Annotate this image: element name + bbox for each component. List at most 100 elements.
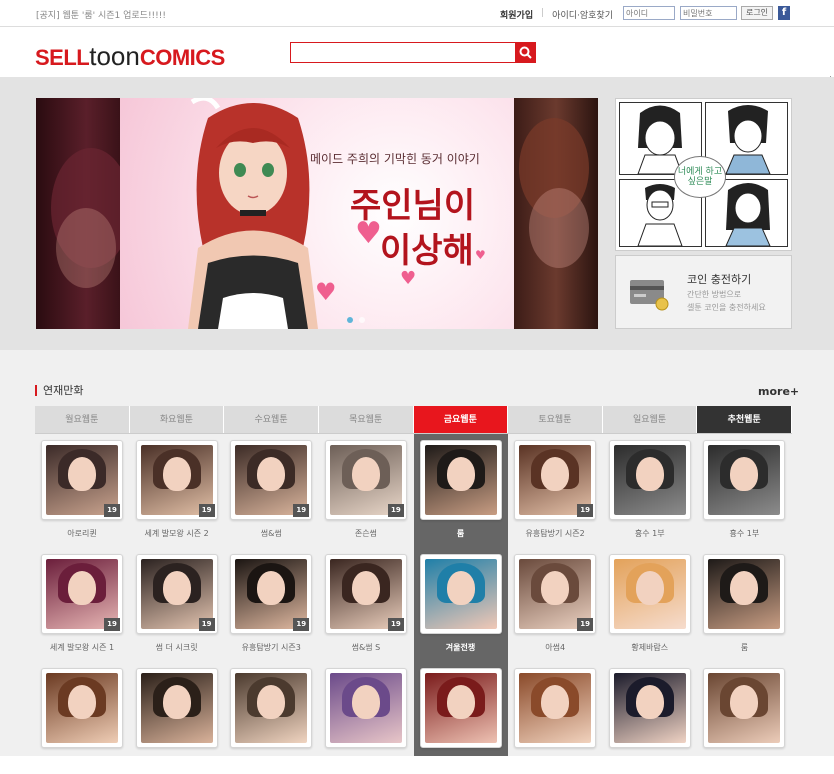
comic-thumbnail[interactable]: 19 [135, 554, 218, 634]
comic-card[interactable]: 겨울전쟁 [414, 548, 508, 660]
comic-thumbnail[interactable]: 19 [324, 554, 407, 634]
comic-title[interactable]: 유흥탐방기 시즌2 [508, 528, 602, 539]
facebook-icon[interactable]: f [778, 6, 790, 20]
side-comic-banner[interactable]: 너에게 하고싶은말 [615, 98, 792, 251]
comic-card[interactable] [603, 662, 697, 774]
comic-card[interactable]: 19 썸 더 시크릿 [130, 548, 224, 660]
comic-thumbnail[interactable] [41, 668, 123, 748]
comic-thumbnail[interactable]: 19 [230, 440, 313, 520]
tab-weekday[interactable]: 일요웹툰 [602, 406, 698, 433]
comic-thumbnail[interactable] [608, 440, 691, 520]
more-link[interactable]: more+ [758, 385, 799, 398]
banner-slide[interactable]: 메이드 주희의 기막힌 동거 이야기 주인님이 이상해 ♥ ♥ ♥ ♥ [120, 98, 514, 329]
comic-title[interactable]: 썸 더 시크릿 [130, 642, 224, 653]
comic-card[interactable]: 19 썸&썸 [224, 434, 318, 546]
comic-thumbnail[interactable] [230, 668, 313, 748]
find-account-link[interactable]: 아이디·암호찾기 [552, 8, 613, 21]
comic-card[interactable]: 19 아로리퀸 [35, 434, 129, 546]
comic-cover-art [613, 445, 686, 515]
notice-link[interactable]: [공지] 웹툰 '룸' 시즌1 업로드!!!!! [36, 8, 166, 21]
comic-thumbnail[interactable] [703, 668, 786, 748]
comic-thumbnail[interactable] [703, 554, 786, 634]
comic-thumbnail[interactable] [135, 668, 218, 748]
comic-card[interactable] [35, 662, 129, 774]
comic-thumbnail[interactable] [514, 668, 597, 748]
comic-card[interactable] [224, 662, 318, 774]
signup-link[interactable]: 회원가입 [500, 8, 533, 21]
comic-thumbnail[interactable] [419, 440, 502, 520]
comic-thumbnail[interactable] [419, 554, 502, 634]
comic-thumbnail[interactable] [324, 668, 407, 748]
comic-thumbnail[interactable]: 19 [324, 440, 407, 520]
comic-thumbnail[interactable] [703, 440, 786, 520]
comic-card[interactable]: 룸 [697, 548, 791, 660]
banner-next-preview[interactable] [514, 98, 598, 329]
comic-thumbnail[interactable]: 19 [514, 554, 597, 634]
cover-figure-face [351, 685, 380, 719]
comic-title[interactable]: 흉수 1부 [697, 528, 791, 539]
adult-badge: 19 [387, 504, 404, 517]
comic-title[interactable]: 유흥탐방기 시즌3 [224, 642, 318, 653]
comic-thumbnail[interactable]: 19 [41, 440, 123, 520]
comic-card[interactable]: 룸 [414, 434, 508, 546]
comic-card[interactable]: 19 세계 발모왕 시즌 2 [130, 434, 224, 546]
tab-weekday[interactable]: 목요웹툰 [318, 406, 414, 433]
coin-charge-box[interactable]: 코인 충전하기 간단한 방법으로 셀툰 코인을 충전하세요 [615, 255, 792, 329]
comic-card[interactable]: 19 세계 발모왕 시즌 1 [35, 548, 129, 660]
comic-card[interactable]: 흉수 1부 [603, 434, 697, 546]
comic-title[interactable]: 황제바람스 [603, 642, 697, 653]
comic-thumbnail[interactable] [419, 668, 502, 748]
comic-card[interactable]: 황제바람스 [603, 548, 697, 660]
comic-thumbnail[interactable]: 19 [514, 440, 597, 520]
cover-figure-face [446, 457, 475, 491]
comic-title[interactable]: 세계 발모왕 시즌 1 [35, 642, 129, 653]
carousel-dot[interactable] [359, 317, 365, 323]
tab-weekday[interactable]: 화요웹툰 [129, 406, 225, 433]
comic-card[interactable]: 19 유흥탐방기 시즌2 [508, 434, 602, 546]
tab-weekday[interactable]: 수요웹툰 [224, 406, 319, 433]
comic-card[interactable]: 19 썸&썸 S [319, 548, 413, 660]
comic-title[interactable]: 흉수 1부 [603, 528, 697, 539]
tab-weekday[interactable]: 토요웹툰 [508, 406, 603, 433]
comic-title[interactable]: 룸 [697, 642, 791, 653]
tab-weekday[interactable]: 추천웹툰 [697, 406, 792, 433]
comic-title[interactable]: 썸&썸 S [319, 642, 413, 653]
comic-title[interactable]: 존슨썸 [319, 528, 413, 539]
carousel-dot[interactable] [347, 317, 353, 323]
search-button[interactable] [515, 42, 536, 63]
logo[interactable]: SELLtoonCOMICS [35, 41, 225, 72]
comic-card[interactable]: 19 유흥탐방기 시즌3 [224, 548, 318, 660]
cover-figure-face [351, 571, 380, 605]
comic-card[interactable]: 흉수 1부 [697, 434, 791, 546]
comic-card[interactable]: 19 존슨썸 [319, 434, 413, 546]
login-id-input[interactable] [623, 6, 675, 20]
comic-card[interactable]: 19 아썸4 [508, 548, 602, 660]
comic-title[interactable]: 아로리퀸 [35, 528, 129, 539]
main-banner[interactable]: 메이드 주희의 기막힌 동거 이야기 주인님이 이상해 ♥ ♥ ♥ ♥ [36, 98, 598, 329]
comic-card[interactable] [508, 662, 602, 774]
comic-cover-art [424, 559, 497, 629]
comic-card[interactable] [319, 662, 413, 774]
banner-prev-preview[interactable] [36, 98, 131, 329]
comic-title[interactable]: 아썸4 [508, 642, 602, 653]
comic-thumbnail[interactable] [608, 668, 691, 748]
comic-title[interactable]: 룸 [414, 528, 508, 539]
comic-thumbnail[interactable] [608, 554, 691, 634]
comic-thumbnail[interactable]: 19 [135, 440, 218, 520]
comic-card[interactable] [697, 662, 791, 774]
logo-sell: SELL [35, 45, 90, 70]
login-password-input[interactable] [680, 6, 737, 20]
comic-cover-art [708, 559, 781, 629]
comic-card[interactable] [130, 662, 224, 774]
comic-title[interactable]: 썸&썸 [224, 528, 318, 539]
comic-title[interactable]: 세계 발모왕 시즌 2 [130, 528, 224, 539]
adult-badge: 19 [293, 504, 310, 517]
comic-card[interactable] [414, 662, 508, 774]
tab-weekday[interactable]: 월요웹툰 [35, 406, 130, 433]
login-button[interactable]: 로그인 [741, 6, 773, 20]
comic-title[interactable]: 겨울전쟁 [414, 642, 508, 653]
comic-thumbnail[interactable]: 19 [41, 554, 123, 634]
search-input[interactable] [290, 42, 516, 63]
tab-weekday[interactable]: 금요웹툰 [413, 406, 509, 433]
comic-thumbnail[interactable]: 19 [230, 554, 313, 634]
